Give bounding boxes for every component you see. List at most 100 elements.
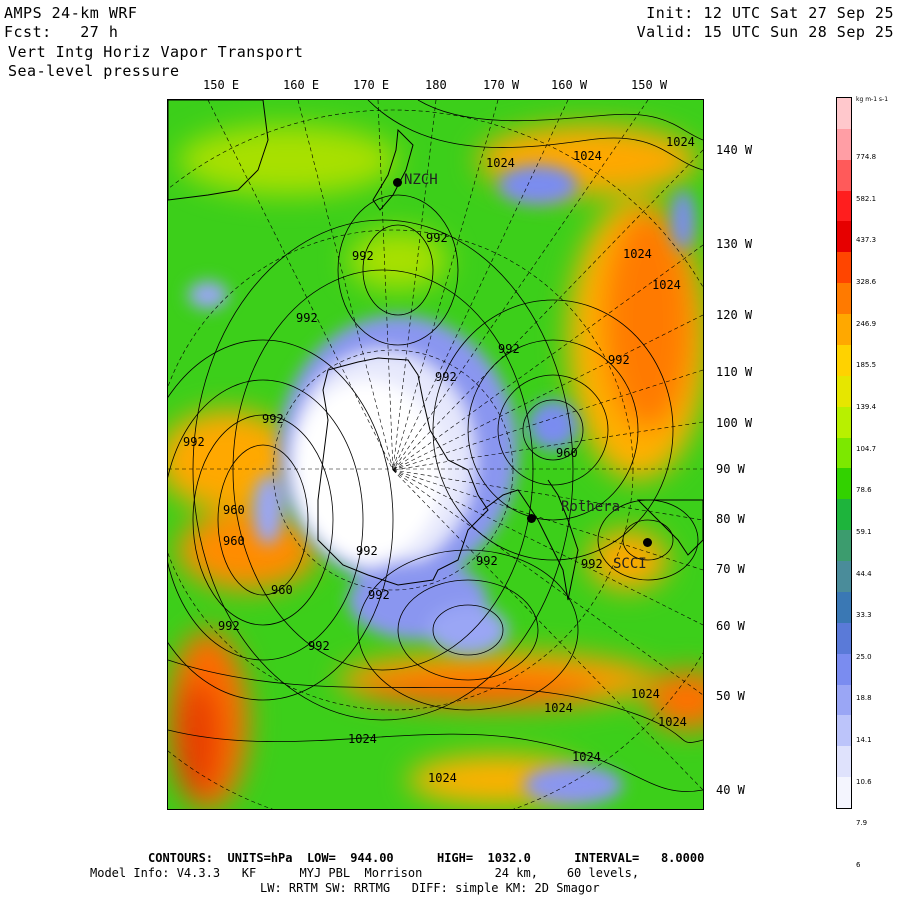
station-label-nzch: NZCH <box>404 172 438 188</box>
station-marker-rothera <box>527 514 536 523</box>
colorbar-segment <box>837 283 851 315</box>
isobar-label: 960 <box>223 534 245 548</box>
colorbar-segment <box>837 746 851 778</box>
colorbar-label: 774.8 <box>856 153 877 161</box>
colorbar-segment <box>837 98 851 130</box>
isobar-label: 1024 <box>348 732 377 746</box>
isobar-label: 992 <box>183 435 205 449</box>
isobar-label: 1024 <box>652 278 681 292</box>
colorbar-segment <box>837 159 851 192</box>
isobar-label: 1024 <box>572 750 601 764</box>
contour-info: CONTOURS: UNITS=hPa LOW= 944.00 HIGH= 10… <box>148 851 705 865</box>
lon-label-40w: 40 W <box>716 783 745 797</box>
colorbar-segment <box>837 221 851 253</box>
colorbar-segment <box>837 561 851 593</box>
isobar-label: 992 <box>368 588 390 602</box>
isobar-label: 1024 <box>631 687 660 701</box>
lon-label-120w: 120 W <box>716 308 753 322</box>
isobar-label: 1024 <box>486 156 515 170</box>
lon-label-80w: 80 W <box>716 512 745 526</box>
colorbar-segment <box>837 530 851 562</box>
colorbar-segment <box>837 499 851 531</box>
isobar-label: 992 <box>352 249 374 263</box>
colorbar-segment <box>837 591 851 624</box>
colorbar-label: 437.3 <box>856 236 877 245</box>
isobar-label: 1024 <box>428 771 457 785</box>
lon-label-180: 180 <box>425 78 447 92</box>
lon-label-150e: 150 E <box>203 78 240 92</box>
lon-label-130w: 130 W <box>716 237 753 251</box>
isobar-label: 960 <box>271 583 293 597</box>
lon-label-50w: 50 W <box>716 689 745 703</box>
model-info: Model Info: V4.3.3 KF MYJ PBL Morrison 2… <box>90 866 640 880</box>
colorbar-label: 104.7 <box>856 444 877 453</box>
isobar-label: 1024 <box>658 715 687 729</box>
field-title-vapor-transport: Vert Intg Horiz Vapor Transport <box>8 43 304 61</box>
lon-label-150w: 150 W <box>631 78 668 92</box>
colorbar-segment <box>837 777 851 809</box>
valid-time: Valid: 15 UTC Sun 28 Sep 25 <box>636 23 894 41</box>
model-title: AMPS 24-km WRF <box>4 4 138 22</box>
colorbar-segment <box>837 344 851 377</box>
model-physics-info: LW: RRTM SW: RRTMG DIFF: simple KM: 2D S… <box>260 881 600 895</box>
lon-label-170e: 170 E <box>353 78 390 92</box>
isobar-label: 992 <box>498 342 520 356</box>
colorbar-label: 139.4 <box>856 402 877 411</box>
colorbar-label: 44.4 <box>856 569 872 578</box>
colorbar-label: 14.1 <box>856 736 872 745</box>
lon-label-70w: 70 W <box>716 562 745 576</box>
isobar-label: 960 <box>556 446 578 460</box>
init-time: Init: 12 UTC Sat 27 Sep 25 <box>646 4 894 22</box>
colorbar-label: 185.5 <box>856 361 877 370</box>
forecast-hour: Fcst: 27 h <box>4 23 119 41</box>
colorbar-label: 328.6 <box>856 277 877 286</box>
isobar-label: 1024 <box>573 149 602 163</box>
colorbar-units: kg m-1 s-1 <box>856 96 889 103</box>
lon-label-160e: 160 E <box>283 78 320 92</box>
colorbar-label: 7.9 <box>856 819 868 828</box>
isobar-label: 992 <box>262 412 284 426</box>
lon-label-100w: 100 W <box>716 416 753 430</box>
colorbar-segment <box>837 190 851 222</box>
colorbar-segment <box>837 715 851 747</box>
map-panel: 1024 1024 1024 992 992 992 992 992 992 9… <box>167 99 704 810</box>
colorbar-label: 582.1 <box>856 194 877 203</box>
colorbar-segment <box>837 406 851 439</box>
colorbar-segment <box>837 314 851 346</box>
isobar-label: 1024 <box>544 701 573 715</box>
lon-label-90w: 90 W <box>716 462 745 476</box>
isobar-label: 992 <box>308 639 330 653</box>
colorbar-label: 10.6 <box>856 777 872 786</box>
isobar-label: 992 <box>218 619 240 633</box>
colorbar-segment <box>837 468 851 500</box>
isobar-label: 992 <box>476 554 498 568</box>
colorbar-segment <box>837 128 851 161</box>
lon-label-110w: 110 W <box>716 365 753 379</box>
isobar-label: 992 <box>296 311 318 325</box>
field-title-slp: Sea-level pressure <box>8 62 180 80</box>
isobar-label: 992 <box>426 231 448 245</box>
isobar-label: 1024 <box>666 135 695 149</box>
lon-label-60w: 60 W <box>716 619 745 633</box>
colorbar-label: 78.6 <box>856 486 872 495</box>
colorbar-segment <box>837 375 851 408</box>
colorbar-segment <box>837 684 851 716</box>
colorbar-label: 6 <box>856 861 861 870</box>
lon-label-140w: 140 W <box>716 143 753 157</box>
isobar-label: 992 <box>608 353 630 367</box>
station-label-scci: SCCI <box>613 556 647 572</box>
colorbar-segment <box>837 252 851 284</box>
station-marker-nzch <box>393 178 402 187</box>
colorbar-segment <box>837 437 851 469</box>
colorbar-segment <box>837 622 851 655</box>
isobar-label: 992 <box>581 557 603 571</box>
colorbar-label: 59.1 <box>856 527 872 536</box>
lon-label-160w: 160 W <box>551 78 588 92</box>
colorbar-segment <box>837 653 851 685</box>
isobar-label: 1024 <box>623 247 652 261</box>
colorbar-label: 25.0 <box>856 652 872 661</box>
station-marker-scci <box>643 538 652 547</box>
colorbar-label: 18.8 <box>856 694 872 703</box>
isobar-label: 992 <box>435 370 457 384</box>
isobar-label: 960 <box>223 503 245 517</box>
